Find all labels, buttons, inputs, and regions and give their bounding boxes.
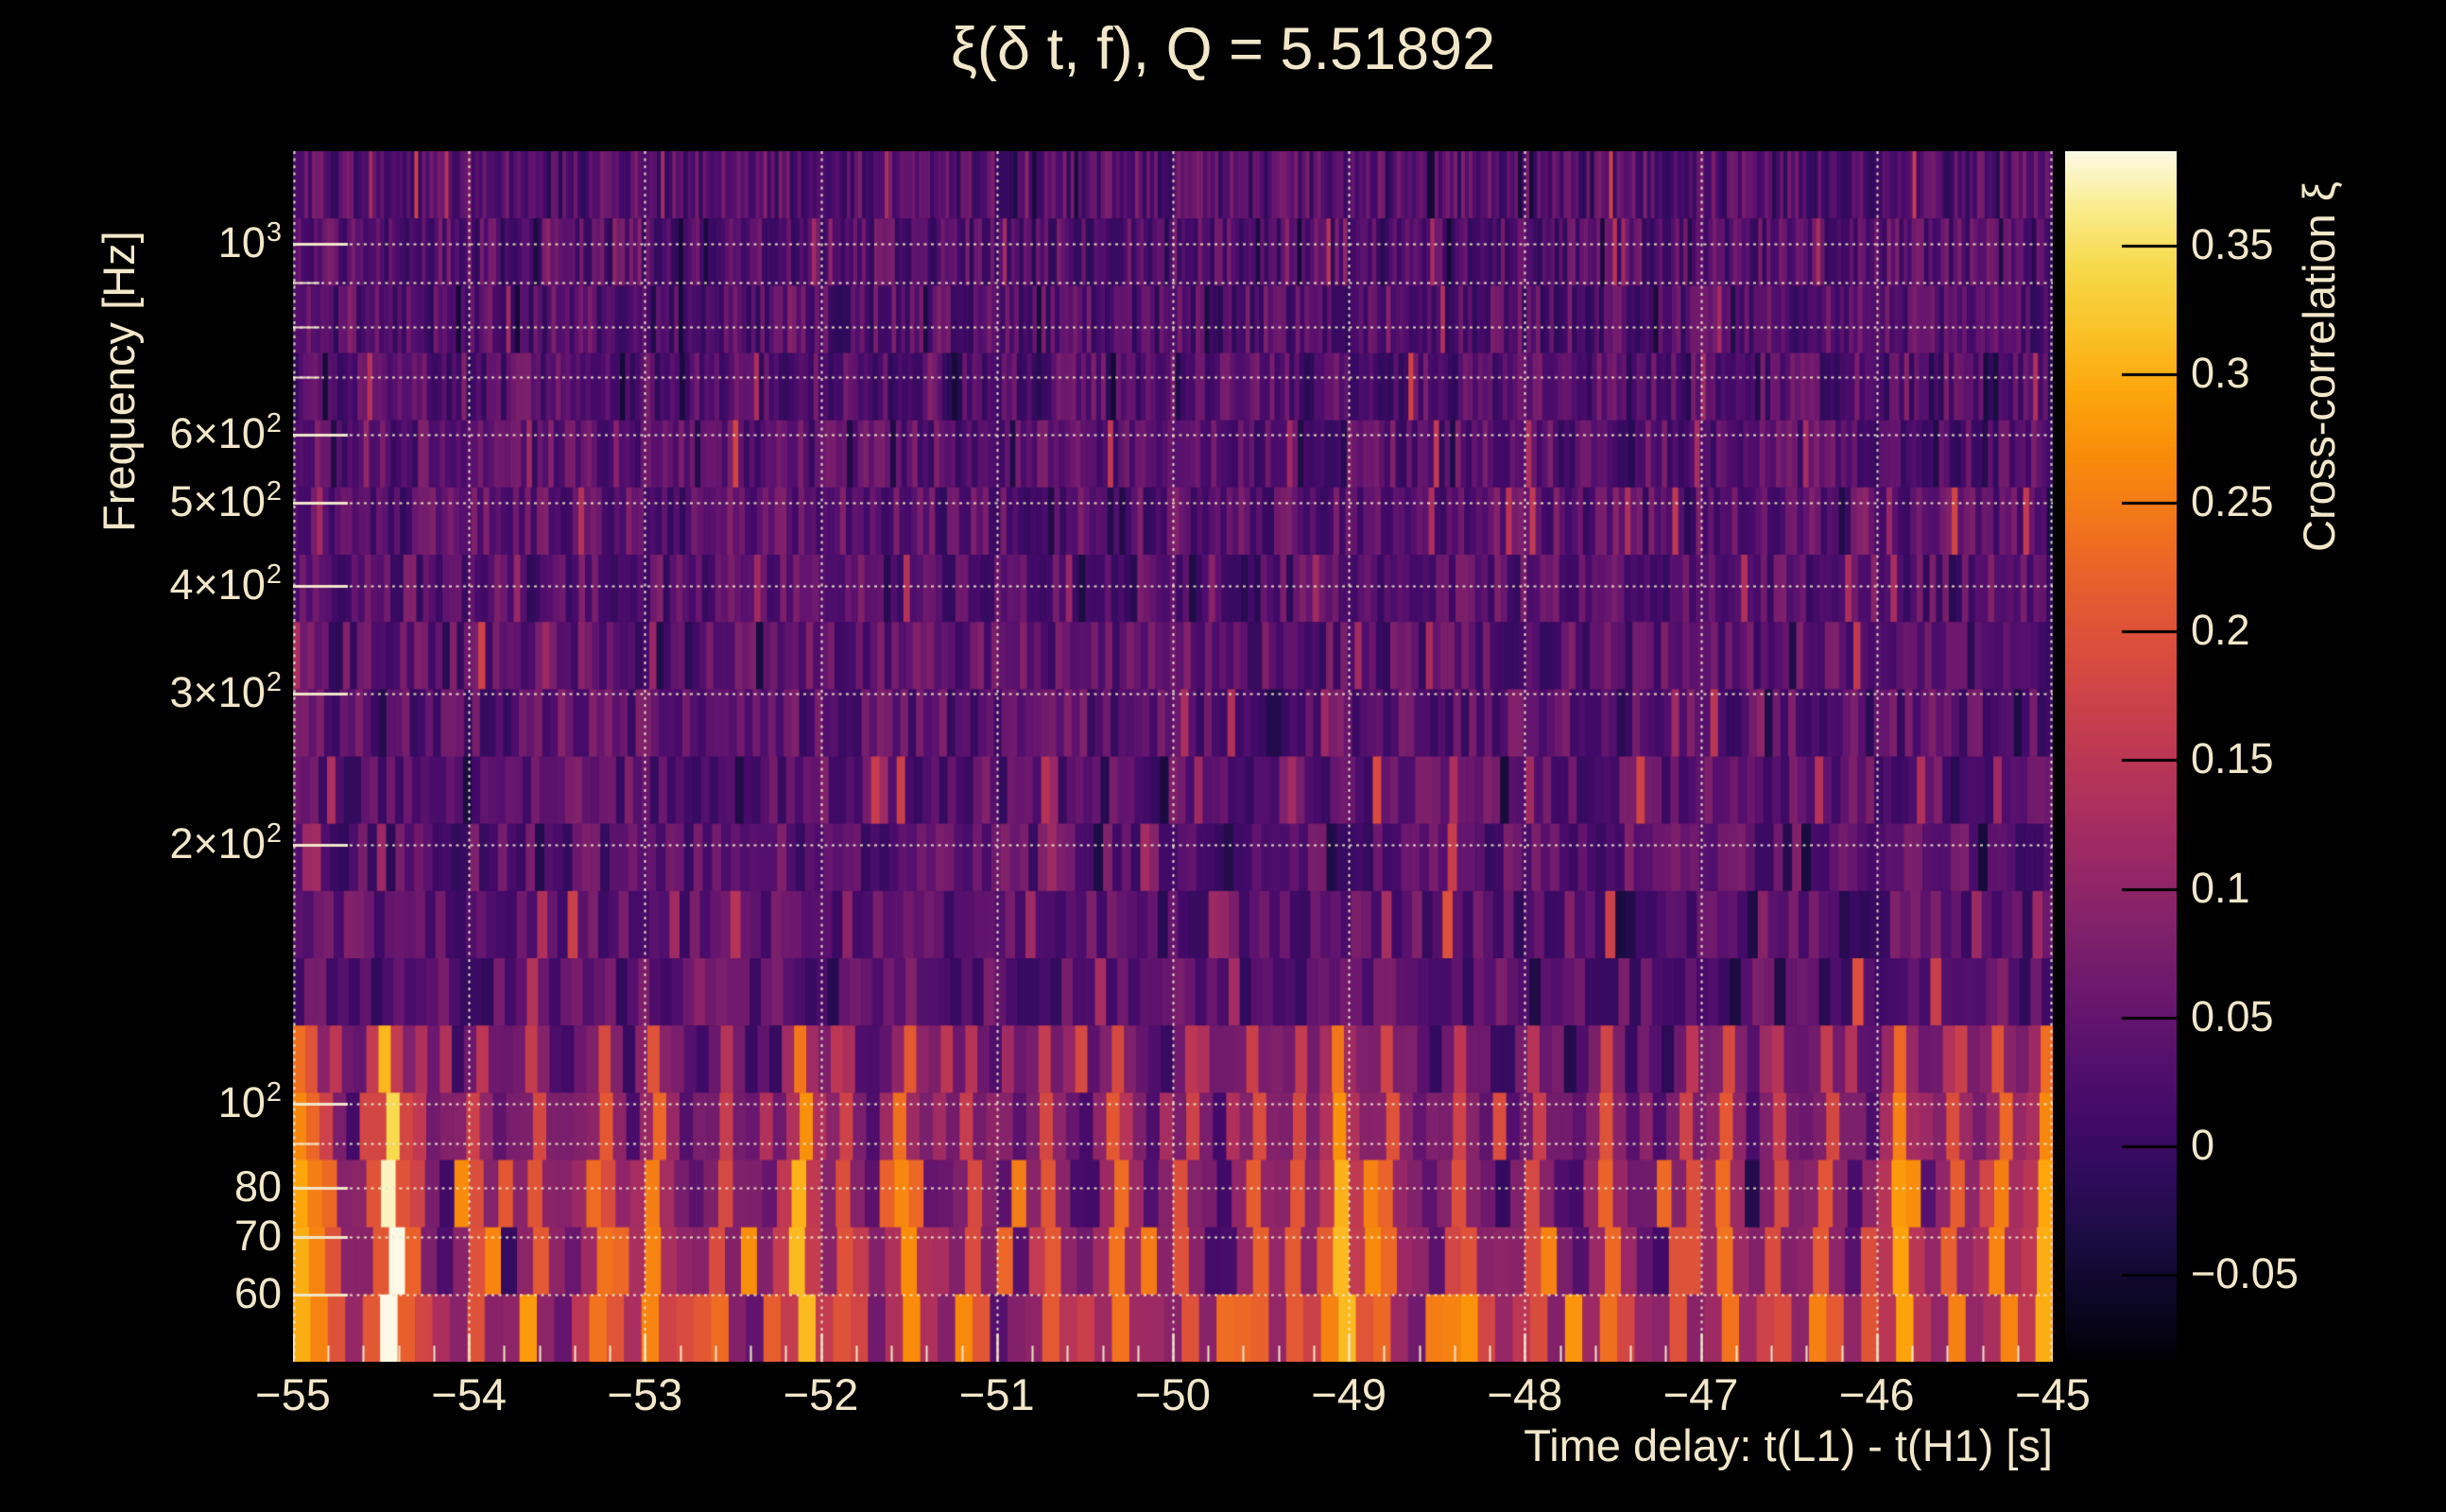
y-tick-label: 70 <box>34 1211 282 1261</box>
y-tick-mantissa: 2×10 <box>169 819 266 868</box>
y-tick-mantissa: 80 <box>233 1161 282 1211</box>
cross-correlation-heatmap-figure: ξ(δ t, f), Q = 5.51892 Frequency [Hz] Ti… <box>0 0 2446 1512</box>
y-tick-exponent: 2 <box>266 407 282 438</box>
y-tick-mantissa: 4×10 <box>169 560 266 610</box>
y-tick-exponent: 2 <box>266 559 282 591</box>
y-tick-mantissa: 10 <box>217 217 266 266</box>
y-tick-label: 80 <box>34 1162 282 1211</box>
y-tick-mantissa: 10 <box>217 1078 266 1127</box>
y-tick-exponent: 2 <box>266 666 282 697</box>
colorbar-tick-label: 0.35 <box>2191 219 2274 268</box>
colorbar-tick-label: 0.05 <box>2191 991 2274 1040</box>
y-tick-mantissa: 70 <box>233 1211 282 1261</box>
y-tick-label: 6×102 <box>34 407 282 464</box>
y-tick-label: 4×102 <box>34 559 282 615</box>
y-tick-label: 5×102 <box>34 475 282 532</box>
y-tick-exponent: 2 <box>266 818 282 850</box>
y-tick-label: 102 <box>34 1077 282 1133</box>
y-tick-mantissa: 6×10 <box>169 408 266 457</box>
y-tick-exponent: 2 <box>266 475 282 507</box>
colorbar-title: Cross-correlation ξ <box>2294 181 2344 552</box>
y-tick-exponent: 2 <box>266 1077 282 1108</box>
colorbar-tick-label: 0.1 <box>2191 863 2250 912</box>
colorbar-tick-label: 0.25 <box>2191 477 2274 526</box>
y-tick-label: 3×102 <box>34 666 282 723</box>
y-tick-label: 60 <box>34 1269 282 1318</box>
colorbar-tick-label: 0 <box>2191 1120 2215 1169</box>
colorbar-tick-label: 0.15 <box>2191 734 2274 783</box>
y-tick-label: 103 <box>34 216 282 273</box>
y-tick-mantissa: 60 <box>233 1269 282 1318</box>
colorbar-tick-label: −0.05 <box>2191 1248 2299 1297</box>
y-tick-mantissa: 3×10 <box>169 667 266 716</box>
colorbar-gradient <box>2065 151 2177 1362</box>
colorbar-tick-label: 0.2 <box>2191 606 2250 655</box>
y-tick-mantissa: 5×10 <box>169 476 266 525</box>
x-axis-title: Time delay: t(L1) - t(H1) [s] <box>1524 1420 2053 1470</box>
x-tick-label: −45 <box>2015 1369 2091 1419</box>
y-tick-exponent: 3 <box>266 216 282 248</box>
heatmap-canvas <box>293 151 2053 1362</box>
chart-title: ξ(δ t, f), Q = 5.51892 <box>950 16 1496 82</box>
y-tick-label: 2×102 <box>34 818 282 874</box>
colorbar-tick-label: 0.3 <box>2191 349 2250 398</box>
